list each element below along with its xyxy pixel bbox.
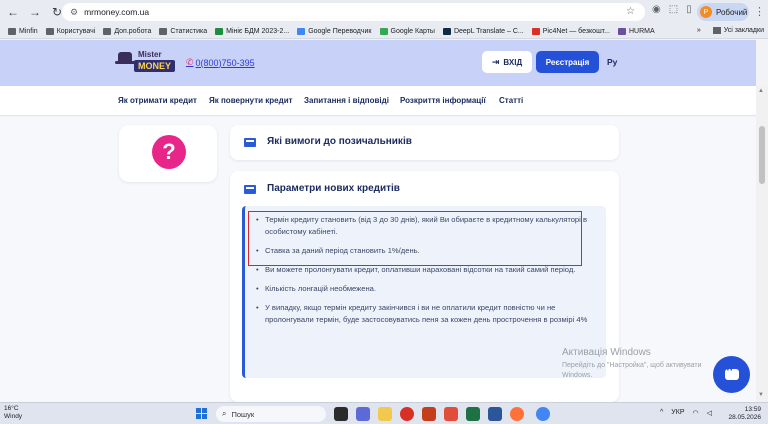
profile-label: Робочий xyxy=(716,7,748,17)
bookmark-item[interactable]: Minfin xyxy=(8,27,38,35)
avatar: Р xyxy=(700,6,712,18)
bookmark-item[interactable]: Google Карты xyxy=(379,27,435,35)
list-item: Ви можете пролонгувати кредит, оплативши… xyxy=(255,264,597,276)
nav-faq[interactable]: Запитання і відповіді xyxy=(304,96,389,105)
list-item: Ставка за даний період становить 1%/день… xyxy=(255,245,597,257)
register-button[interactable]: Реєстрація xyxy=(536,51,599,73)
phone-number: 0(800)750-395 xyxy=(195,57,255,68)
side-panel-icon[interactable]: ▯ xyxy=(686,4,692,15)
accordion-title[interactable]: Параметри нових кредитів xyxy=(267,183,400,194)
folder-icon xyxy=(712,27,721,34)
windows-taskbar: 16°C Windy ⌕ Пошук ^ УКР ◠ ◁ 13:59 28.05… xyxy=(0,402,768,424)
nav-articles[interactable]: Статті xyxy=(499,96,523,105)
accordion-title: Які вимоги до позичальників xyxy=(267,136,412,147)
login-button[interactable]: ⇥ ВХІД xyxy=(482,51,532,73)
extensions-icon[interactable]: ⬚ xyxy=(669,4,678,15)
bookmark-item[interactable]: Статистика xyxy=(159,27,207,35)
url-text: mrmoney.com.ua xyxy=(84,7,150,17)
back-icon[interactable]: ← xyxy=(4,3,22,21)
language-switch[interactable]: Ру xyxy=(607,57,617,67)
card-icon xyxy=(244,138,256,147)
deepl-icon xyxy=(442,27,451,35)
list-item: У випадку, якщо термін кредиту закінчивс… xyxy=(255,302,597,326)
camera-icon[interactable]: ◉ xyxy=(652,4,661,15)
nav-disclosure[interactable]: Розкриття інформації xyxy=(400,96,486,105)
opera-icon[interactable] xyxy=(400,407,414,421)
phone-link[interactable]: ✆ 0(800)750-395 xyxy=(186,57,255,68)
pic4net-icon xyxy=(531,27,540,35)
bookmark-item[interactable]: DeepL Translate – C... xyxy=(442,27,524,35)
list-item: Кількість лонгацій необмежена. xyxy=(255,283,597,295)
search-icon: ⌕ xyxy=(222,409,227,418)
sheets-icon xyxy=(215,27,224,35)
tray-overflow-icon[interactable]: ^ xyxy=(660,409,663,417)
question-icon: ? xyxy=(152,135,186,169)
bookmark-item[interactable]: HURMA xyxy=(617,27,655,35)
folder-icon xyxy=(159,27,168,35)
powerpoint-icon[interactable] xyxy=(422,407,436,421)
scroll-up-icon[interactable]: ▲ xyxy=(758,88,764,94)
hurma-icon xyxy=(617,27,626,35)
profile-button[interactable]: Р Робочий xyxy=(697,3,749,21)
bookmark-item[interactable]: Мініє БДМ 2023-2... xyxy=(215,27,289,35)
browser-menu-icon[interactable]: ⋮ xyxy=(754,5,765,18)
scroll-down-icon[interactable]: ▼ xyxy=(758,392,764,398)
task-view-icon[interactable] xyxy=(334,407,348,421)
bookmarks-overflow[interactable]: » xyxy=(697,27,701,34)
logo-hat-icon xyxy=(115,52,135,64)
folder-icon xyxy=(103,27,112,35)
bookmarks-bar: Minfin Користувачі Доп.робота Статистика… xyxy=(0,24,768,39)
excel-icon[interactable] xyxy=(466,407,480,421)
activation-watermark-title: Активація Windows xyxy=(562,347,651,358)
site-header: Mister MONEY ✆ 0(800)750-395 ⇥ ВХІД Реєс… xyxy=(0,40,756,86)
bookmark-item[interactable]: Pic4Net — безкошт... xyxy=(531,27,610,35)
credit-params-box: Термін кредиту становить (від 3 до 30 дн… xyxy=(242,206,606,378)
taskbar-search[interactable]: ⌕ Пошук xyxy=(216,406,326,422)
phone-icon: ✆ xyxy=(186,57,194,67)
translate-icon xyxy=(297,27,306,35)
activation-watermark-text: Перейдіть до "Настройка", щоб активувати… xyxy=(562,362,702,379)
chrome-icon[interactable] xyxy=(536,407,550,421)
nav-how-to-get-credit[interactable]: Як отримати кредит xyxy=(118,96,197,105)
address-bar[interactable]: ⚙ mrmoney.com.ua ☆ xyxy=(62,3,645,21)
start-icon[interactable] xyxy=(196,408,208,420)
pdf-icon[interactable] xyxy=(444,407,458,421)
chat-icon xyxy=(724,365,739,380)
bookmark-item[interactable]: Доп.робота xyxy=(103,27,151,35)
maps-icon xyxy=(379,27,388,35)
input-language[interactable]: УКР xyxy=(671,409,684,417)
folder-icon xyxy=(8,27,16,35)
bookmark-item[interactable]: Google Переводчик xyxy=(297,27,372,35)
all-bookmarks[interactable]: Усі закладки xyxy=(724,27,764,34)
accordion-borrower-requirements[interactable]: Які вимоги до позичальників xyxy=(230,125,619,160)
faq-image-card: ? xyxy=(119,125,217,182)
word-icon[interactable] xyxy=(488,407,502,421)
site-info-icon[interactable]: ⚙ xyxy=(70,7,78,18)
credit-params-list: Термін кредиту становить (від 3 до 30 дн… xyxy=(255,214,597,333)
teams-icon[interactable] xyxy=(356,407,370,421)
taskbar-clock[interactable]: 13:59 28.05.2026 xyxy=(725,406,761,422)
forward-icon[interactable]: → xyxy=(26,3,44,21)
chat-button[interactable] xyxy=(713,356,750,393)
logo-text-bottom[interactable]: MONEY xyxy=(134,60,176,72)
firefox-icon[interactable] xyxy=(510,407,524,421)
list-item: Термін кредиту становить (від 3 до 30 дн… xyxy=(255,214,597,238)
accordion-new-credit-params: Параметри нових кредитів Термін кредиту … xyxy=(230,171,619,402)
bookmark-item[interactable]: Користувачі xyxy=(45,27,95,35)
login-icon: ⇥ xyxy=(491,56,500,67)
page-scrollbar[interactable]: ▲ ▼ xyxy=(756,86,768,402)
logo-text-top: Mister xyxy=(138,50,162,59)
bookmark-star-icon[interactable]: ☆ xyxy=(626,6,635,17)
wifi-icon[interactable]: ◠ xyxy=(693,409,699,417)
weather-widget[interactable]: 16°C Windy xyxy=(4,405,22,421)
file-explorer-icon[interactable] xyxy=(378,407,392,421)
site-nav: Як отримати кредит Як повернути кредит З… xyxy=(0,86,756,116)
volume-icon[interactable]: ◁ xyxy=(707,409,712,417)
card-icon xyxy=(244,185,256,194)
scroll-thumb[interactable] xyxy=(759,126,765,184)
system-tray: ^ УКР ◠ ◁ xyxy=(660,409,712,417)
folder-icon xyxy=(45,27,54,35)
nav-how-to-repay[interactable]: Як повернути кредит xyxy=(209,96,293,105)
main-content: ? Які вимоги до позичальників Параметри … xyxy=(0,117,756,402)
